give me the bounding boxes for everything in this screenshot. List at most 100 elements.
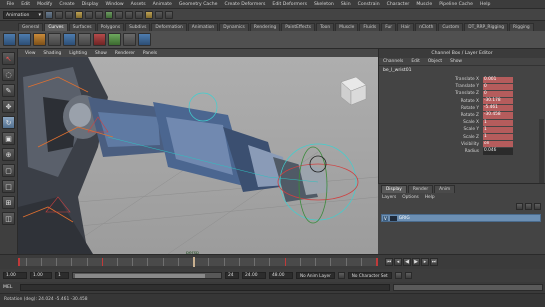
menu-character[interactable]: Character <box>383 2 413 7</box>
attribute-row[interactable]: Rotate X -30.178 <box>379 98 545 105</box>
layer-color-swatch[interactable] <box>389 215 397 221</box>
attribute-row[interactable]: Scale Z 1 <box>379 134 545 141</box>
command-language-label[interactable]: MEL <box>3 285 17 290</box>
command-input[interactable] <box>20 284 390 291</box>
attribute-label[interactable]: Translate Z <box>455 90 479 97</box>
anim-end-field[interactable]: 48.00 <box>269 272 293 279</box>
layout-single-icon[interactable]: □ <box>2 180 15 193</box>
character-set-icon[interactable] <box>337 272 345 279</box>
attribute-row[interactable]: Translate X 0.001 <box>379 76 545 83</box>
ipr-render-icon[interactable] <box>155 10 163 19</box>
shelf-tab-polygons[interactable]: Polygons <box>96 23 125 31</box>
attribute-value[interactable]: 1 <box>483 134 513 141</box>
attribute-label[interactable]: Rotate Z <box>461 112 479 119</box>
menu-pipeline-cache[interactable]: Pipeline Cache <box>436 2 477 7</box>
time-slider[interactable]: ⏮ ◂ ◀ ▶ ▸ ⏭ <box>0 254 545 269</box>
new-layer-icon[interactable] <box>525 203 532 210</box>
render-settings-icon[interactable] <box>165 10 173 19</box>
channel-menu-channels[interactable]: Channels <box>383 59 403 64</box>
select-object-icon[interactable] <box>85 10 93 19</box>
attribute-label[interactable]: Rotate X <box>461 98 479 105</box>
select-component-icon[interactable] <box>95 10 103 19</box>
anim-layer-dropdown[interactable]: No Anim Layer <box>296 272 335 279</box>
shelf-arc-icon[interactable] <box>48 33 61 46</box>
scale-tool-icon[interactable]: ▣ <box>2 132 15 145</box>
attribute-label[interactable]: Translate Y <box>455 83 479 90</box>
attribute-row[interactable]: Translate Z 0 <box>379 90 545 98</box>
snap-grid-icon[interactable] <box>105 10 113 19</box>
layer-menu-options[interactable]: Options <box>402 195 419 200</box>
shelf-tab-subdivs[interactable]: Subdivs <box>125 23 151 31</box>
shelf-tab-general[interactable]: General <box>18 23 44 31</box>
menu-muscle[interactable]: Muscle <box>413 2 436 7</box>
layer-row[interactable]: V GRIG <box>381 214 541 222</box>
shelf-tab-custom[interactable]: Custom <box>438 23 464 31</box>
select-hierarchy-icon[interactable] <box>75 10 83 19</box>
select-tool-icon[interactable]: ↖ <box>2 52 15 65</box>
auto-key-icon[interactable] <box>394 272 402 279</box>
attribute-value[interactable]: 1 <box>483 126 513 133</box>
playback-start-field[interactable]: 1.00 <box>3 272 27 279</box>
shelf-tab-dynamics[interactable]: Dynamics <box>219 23 249 31</box>
layer-tab-render[interactable]: Render <box>407 185 434 193</box>
menu-file[interactable]: File <box>3 2 18 7</box>
snap-plane-icon[interactable] <box>135 10 143 19</box>
shelf-tab-curves[interactable]: Curves <box>44 23 68 31</box>
shelf-pencil-curve-icon[interactable] <box>33 33 46 46</box>
attribute-label[interactable]: Scale X <box>463 119 479 126</box>
menu-edit[interactable]: Edit <box>18 2 34 7</box>
attribute-label[interactable]: Visibility <box>461 141 479 148</box>
shelf-offset-icon[interactable] <box>138 33 151 46</box>
attribute-value[interactable]: on <box>483 141 513 148</box>
viewport-menu-shading[interactable]: Shading <box>39 51 65 56</box>
paint-select-icon[interactable]: ✎ <box>2 84 15 97</box>
layer-menu-help[interactable]: Help <box>425 195 435 200</box>
attribute-label[interactable]: Radius <box>465 148 479 155</box>
shelf-tab-fluids[interactable]: Fluids <box>359 23 381 31</box>
open-scene-icon[interactable] <box>55 10 63 19</box>
last-tool-icon[interactable]: ▢ <box>2 164 15 177</box>
time-slider-track[interactable] <box>18 257 378 267</box>
anim-start-field[interactable]: 1.00 <box>30 272 52 279</box>
layer-tab-display[interactable]: Display <box>381 185 407 193</box>
menu-constrain[interactable]: Constrain <box>354 2 383 7</box>
menu-geometry-cache[interactable]: Geometry Cache <box>175 2 221 7</box>
character-set-dropdown[interactable]: No Character Set <box>347 272 392 279</box>
manipulator-tool-icon[interactable]: ⊕ <box>2 148 15 161</box>
snap-curve-icon[interactable] <box>115 10 123 19</box>
attribute-row[interactable]: Translate Y 0 <box>379 83 545 90</box>
new-scene-icon[interactable] <box>45 10 53 19</box>
channel-menu-object[interactable]: Object <box>428 59 442 64</box>
attribute-value[interactable]: -30.458 <box>483 112 513 119</box>
attribute-row[interactable]: Scale Y 1 <box>379 126 545 133</box>
new-layer-selected-icon[interactable] <box>534 203 541 210</box>
play-back-icon[interactable]: ◀ <box>403 258 411 266</box>
step-back-icon[interactable]: ◂ <box>394 258 402 266</box>
shelf-tab-fur[interactable]: Fur <box>381 23 397 31</box>
layer-menu-layers[interactable]: Layers <box>382 195 396 200</box>
shelf-tab-dt-rrp-rigging[interactable]: DT_RRP_Rigging <box>464 23 509 31</box>
attribute-value[interactable]: 0 <box>483 83 513 90</box>
shelf-tab-painteffects[interactable]: PaintEffects <box>281 23 316 31</box>
attribute-label[interactable]: Scale Z <box>463 134 479 141</box>
viewport-scene[interactable]: persp <box>18 57 378 254</box>
render-icon[interactable] <box>145 10 153 19</box>
attribute-row[interactable]: Scale X 1 <box>379 119 545 126</box>
go-to-end-icon[interactable]: ⏭ <box>430 258 438 266</box>
menu-skeleton[interactable]: Skeleton <box>310 2 337 7</box>
menu-animate[interactable]: Animate <box>149 2 175 7</box>
view-cube[interactable] <box>340 76 367 106</box>
range-slider-bar[interactable] <box>72 272 222 279</box>
go-to-start-icon[interactable]: ⏮ <box>385 258 393 266</box>
shelf-tab-animation[interactable]: Animation <box>187 23 219 31</box>
snap-point-icon[interactable] <box>125 10 133 19</box>
play-forward-icon[interactable]: ▶ <box>412 258 420 266</box>
move-tool-icon[interactable]: ✥ <box>2 100 15 113</box>
attribute-row[interactable]: Radius 0.046 <box>379 148 545 155</box>
layer-tab-anim[interactable]: Anim <box>434 185 456 193</box>
menu-window[interactable]: Window <box>102 2 127 7</box>
attribute-label[interactable]: Rotate Y <box>461 105 479 112</box>
menu-display[interactable]: Display <box>78 2 102 7</box>
attribute-row[interactable]: Visibility on <box>379 141 545 148</box>
move-layer-up-icon[interactable] <box>516 203 523 210</box>
